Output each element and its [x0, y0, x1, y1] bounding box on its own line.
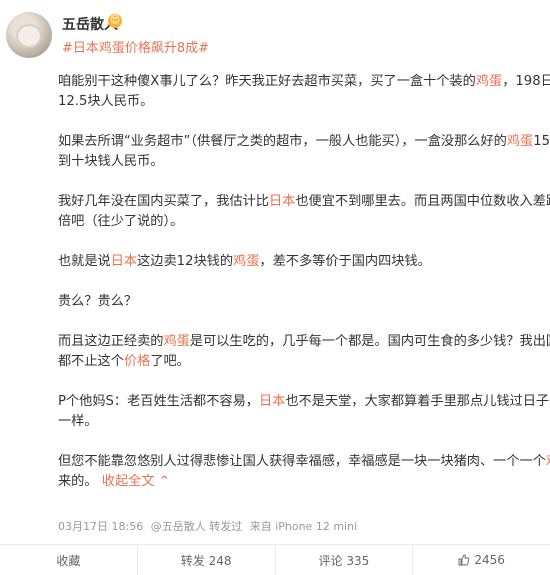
action-bar: 收藏 转发 248 评论 335 2456	[0, 545, 550, 575]
text-line: 都不止这个价格了吧。	[58, 352, 550, 372]
post-header: 五岳散人 😍 #日本鸡蛋价格飙升8成#	[0, 0, 550, 72]
post-text: 咱能别干这种傻X事儿了么？昨天我正好去超市买菜，买了一盒十个装的	[58, 74, 476, 89]
post-source: 来自 iPhone 12 mini	[249, 520, 358, 533]
text-line: 也就是说日本这边卖12块钱的鸡蛋，差不多等价于国内四块钱。	[58, 252, 550, 272]
emoji-icon: 😍	[108, 14, 122, 28]
text-line: P个他妈S：老百姓生活都不容易，日本也不是天堂，大家都算着手里那点儿钱过日子，包…	[58, 392, 550, 412]
post-text: ，差不多等价于国内四块钱。	[259, 254, 431, 269]
text-line: 如果去所谓“业务超市”（供餐厅之类的超市，一般人也能买），一盒没那么好的鸡蛋15…	[58, 132, 550, 152]
text-line: 咱能别干这种傻X事儿了么？昨天我正好去超市买菜，买了一盒十个装的鸡蛋，198日元…	[58, 72, 550, 92]
post-text: 150日元，不	[533, 134, 550, 149]
keyword-link[interactable]: 日本	[111, 254, 137, 269]
post-text: 也不是天堂，大家都算着手里那点儿钱过日子，包括我也	[285, 394, 550, 409]
keyword-link[interactable]: 价格	[124, 354, 150, 369]
repost-label: 转发 248	[180, 553, 232, 568]
text-line: 而且这边正经卖的鸡蛋是可以生吃的，几乎每一个都是。国内可生食的多少钱？我出国旅居…	[58, 332, 550, 352]
post-text: 也就是说	[58, 254, 111, 269]
post-paragraph: 咱能别干这种傻X事儿了么？昨天我正好去超市买菜，买了一盒十个装的鸡蛋，198日元…	[58, 72, 550, 112]
post-text: 是可以生吃的，几乎每一个都是。国内可生食的多少钱？我出国旅居之前	[189, 334, 550, 349]
post-paragraph: P个他妈S：老百姓生活都不容易，日本也不是天堂，大家都算着手里那点儿钱过日子，包…	[58, 392, 550, 432]
text-line: 一样。	[58, 412, 550, 432]
like-button[interactable]: 2456	[413, 545, 550, 575]
collapse-text-link[interactable]: ⌃	[155, 474, 170, 489]
text-line: 12.5块人民币。	[58, 92, 550, 112]
collapse-text-link[interactable]: 收起全文	[102, 474, 155, 489]
repost-by[interactable]: @五岳散人 转发过	[151, 520, 243, 533]
post-text: 倍吧（往少了说的）。	[58, 214, 184, 229]
keyword-link[interactable]: 日本	[269, 194, 295, 209]
like-count: 2456	[474, 553, 505, 567]
repost-button[interactable]: 转发 248	[138, 545, 276, 575]
post-paragraph: 如果去所谓“业务超市”（供餐厅之类的超市，一般人也能买），一盒没那么好的鸡蛋15…	[58, 132, 550, 172]
post-paragraph: 我好几年没在国内买菜了，我估计比日本也便宜不到哪里去。而且两国中位数收入差距至少…	[58, 192, 550, 232]
thumbs-up-icon	[458, 554, 470, 566]
post-text: 而且这边正经卖的	[58, 334, 164, 349]
avatar[interactable]	[6, 12, 52, 58]
post-text: 了吧。	[150, 354, 190, 369]
post-text: 12.5块人民币。	[58, 94, 154, 109]
text-line: 我好几年没在国内买菜了，我估计比日本也便宜不到哪里去。而且两国中位数收入差距至少…	[58, 192, 550, 212]
post-text: 一样。	[58, 414, 98, 429]
keyword-link[interactable]: 鸡蛋	[476, 74, 502, 89]
topic-link[interactable]: #日本鸡蛋价格飙升8成#	[62, 37, 209, 56]
keyword-link[interactable]: 鸡蛋	[233, 254, 259, 269]
comment-label: 评论 335	[318, 553, 370, 568]
post-text: 贵么？贵么？	[58, 294, 138, 309]
keyword-link[interactable]: 鸡蛋	[507, 134, 533, 149]
post-text: 这边卖12块钱的	[137, 254, 234, 269]
post-body: 咱能别干这种傻X事儿了么？昨天我正好去超市买菜，买了一盒十个装的鸡蛋，198日元…	[58, 72, 550, 512]
post-text: 都不止这个	[58, 354, 124, 369]
post-text: 到十块钱人民币。	[58, 154, 164, 169]
text-line: 来的。 收起全文 ⌃	[58, 472, 550, 492]
post-text: 来的。	[58, 474, 102, 489]
post-text: 但您不能靠忽悠别人过得悲惨让国人获得幸福感，幸福感是一块一块猪肉、一个一个	[58, 454, 546, 469]
text-line: 到十块钱人民币。	[58, 152, 550, 172]
keyword-link[interactable]: 鸡蛋	[164, 334, 190, 349]
post-text: 我好几年没在国内买菜了，我估计比	[58, 194, 269, 209]
avatar-face	[18, 26, 40, 46]
post-meta: 03月17日 18:56 @五岳散人 转发过 来自 iPhone 12 mini	[58, 518, 361, 534]
text-line: 但您不能靠忽悠别人过得悲惨让国人获得幸福感，幸福感是一块一块猪肉、一个一个鸡蛋累…	[58, 452, 550, 472]
post-date[interactable]: 03月17日 18:56	[58, 520, 143, 533]
post-paragraph: 贵么？贵么？	[58, 292, 550, 312]
keyword-link[interactable]: 日本	[259, 394, 285, 409]
text-line: 贵么？贵么？	[58, 292, 550, 312]
post-paragraph: 也就是说日本这边卖12块钱的鸡蛋，差不多等价于国内四块钱。	[58, 252, 550, 272]
favorite-button[interactable]: 收藏	[0, 545, 138, 575]
post-paragraph: 而且这边正经卖的鸡蛋是可以生吃的，几乎每一个都是。国内可生食的多少钱？我出国旅居…	[58, 332, 550, 372]
comment-button[interactable]: 评论 335	[276, 545, 414, 575]
weibo-post-card: 五岳散人 😍 #日本鸡蛋价格飙升8成# 咱能别干这种傻X事儿了么？昨天我正好去超…	[0, 0, 550, 575]
favorite-label: 收藏	[56, 553, 81, 568]
post-paragraph: 但您不能靠忽悠别人过得悲惨让国人获得幸福感，幸福感是一块一块猪肉、一个一个鸡蛋累…	[58, 452, 550, 492]
post-text: 也便宜不到哪里去。而且两国中位数收入差距至少是三	[295, 194, 550, 209]
post-text: ，198日元，大概	[502, 74, 550, 89]
keyword-link[interactable]: 鸡蛋	[546, 454, 550, 469]
text-line: 倍吧（往少了说的）。	[58, 212, 550, 232]
post-text: 如果去所谓“业务超市”（供餐厅之类的超市，一般人也能买），一盒没那么好的	[58, 134, 507, 149]
post-text: P个他妈S：老百姓生活都不容易，	[58, 394, 259, 409]
